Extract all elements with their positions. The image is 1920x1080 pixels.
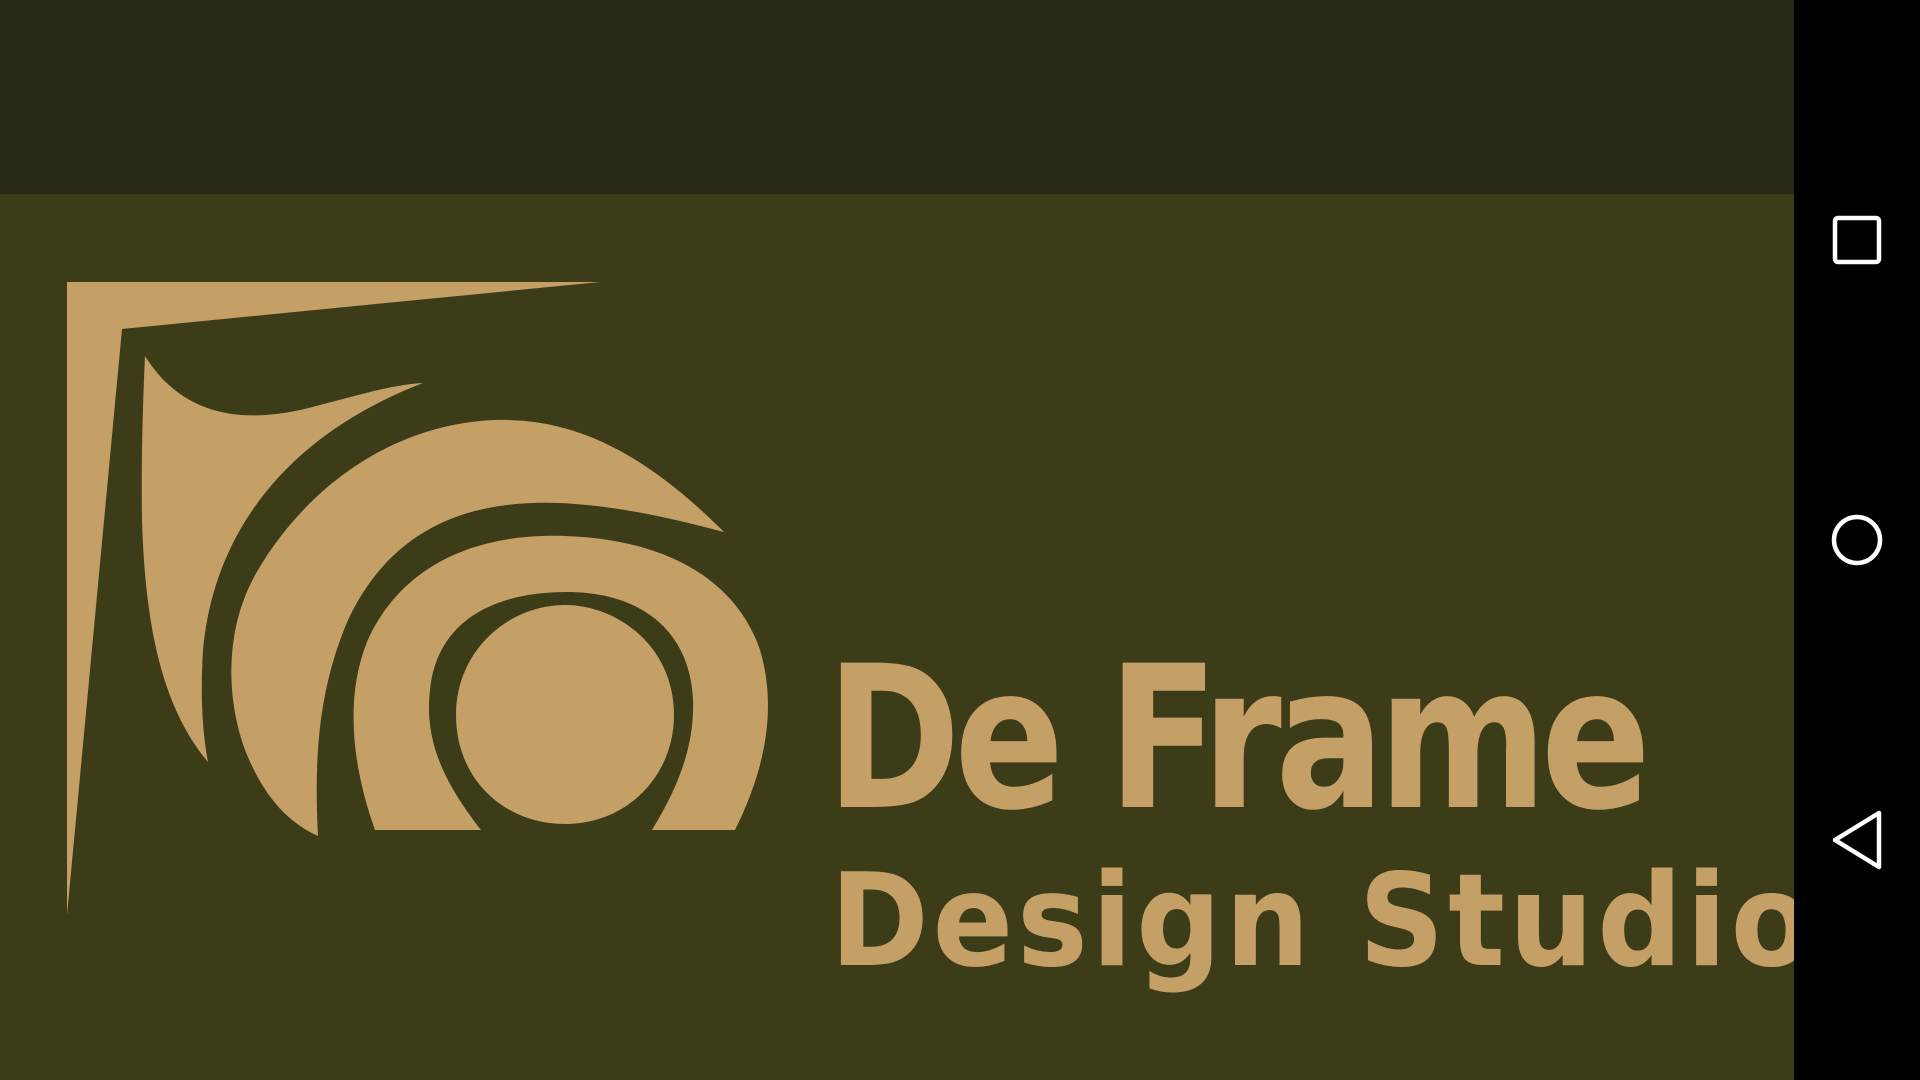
recents-button[interactable] (1807, 190, 1907, 290)
home-circle-icon (1831, 514, 1883, 566)
brand-name: De Frame (826, 623, 1651, 854)
app-area: De Frame Design Studio (0, 0, 1812, 1080)
status-bar-area (0, 0, 1794, 194)
recents-square-icon (1832, 215, 1882, 265)
brand-tagline: Design Studio (830, 847, 1817, 996)
back-triangle-icon (1832, 810, 1882, 870)
navigation-bar (1794, 0, 1920, 1080)
logo-emblem-icon (67, 282, 768, 915)
back-button[interactable] (1807, 790, 1907, 890)
splash-screen: De Frame Design Studio (0, 0, 1920, 1080)
logo-inner-spiral (456, 605, 674, 824)
home-button[interactable] (1807, 490, 1907, 590)
